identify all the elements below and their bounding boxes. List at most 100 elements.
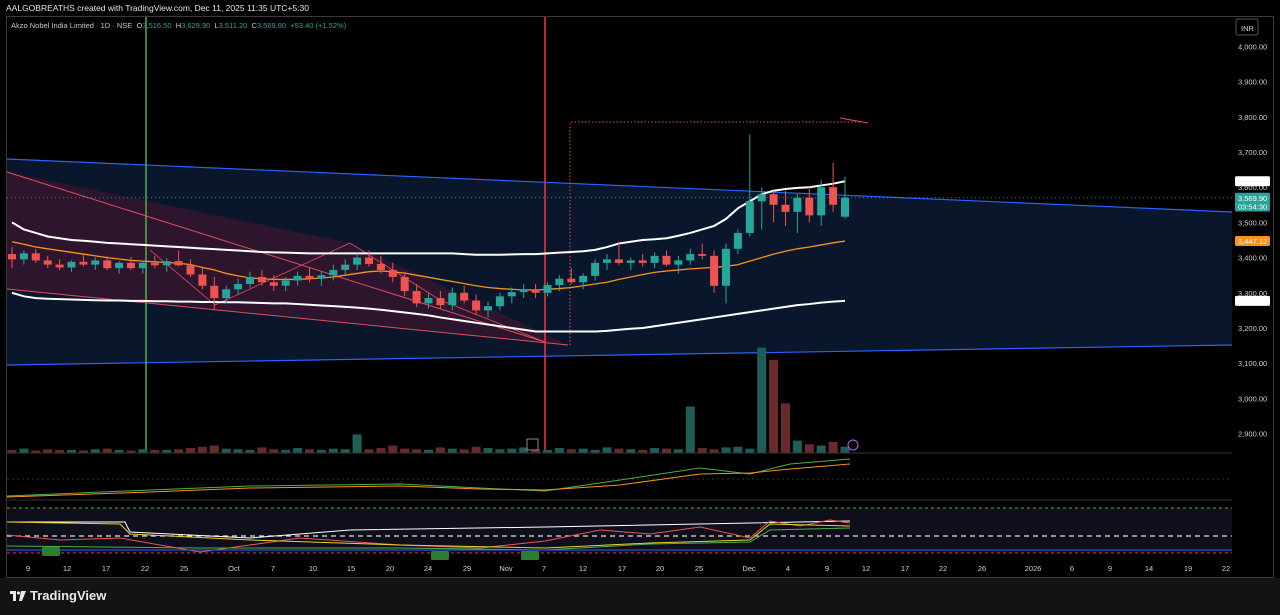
candle-body bbox=[579, 275, 588, 283]
candle-body bbox=[543, 285, 552, 293]
x-tick-label: 12 bbox=[862, 564, 870, 573]
volume-bar bbox=[733, 446, 743, 453]
x-tick-label: 17 bbox=[102, 564, 110, 573]
volume-bar bbox=[483, 448, 493, 453]
x-tick-label: 20 bbox=[386, 564, 394, 573]
volume-bar bbox=[554, 448, 564, 453]
volume-bar bbox=[757, 347, 767, 453]
candle-body bbox=[8, 254, 16, 260]
y-tick-label: 2,900.00 bbox=[1238, 430, 1267, 439]
candle-body bbox=[19, 253, 28, 260]
candle-body bbox=[293, 275, 302, 281]
candle-body bbox=[507, 292, 516, 297]
candle-body bbox=[841, 197, 849, 217]
volume-bar bbox=[614, 448, 624, 453]
symbol-legend: Akzo Nobel India Limited · 1D · NSE O3,5… bbox=[11, 21, 346, 30]
volume-bar bbox=[781, 403, 790, 453]
price-tag-label: 3,569.90 bbox=[1238, 194, 1267, 203]
candle-body bbox=[472, 300, 481, 311]
volume-bar bbox=[626, 449, 636, 453]
candle-body bbox=[400, 276, 409, 292]
high-value: 3,629.90 bbox=[181, 21, 211, 30]
candle-body bbox=[603, 259, 611, 263]
volume-bar bbox=[435, 447, 445, 453]
volume-bar bbox=[697, 448, 707, 453]
candle-body bbox=[817, 187, 826, 216]
volume-bar bbox=[685, 406, 695, 453]
volume-bar bbox=[19, 448, 29, 453]
candle-body bbox=[198, 274, 207, 286]
price-tag-label: 3,277.20 bbox=[1238, 297, 1267, 306]
price-chart[interactable]: 4,000.003,900.003,800.003,700.003,600.00… bbox=[0, 0, 1280, 615]
candle-body bbox=[650, 255, 659, 263]
candle-body bbox=[174, 261, 183, 266]
y-tick-label: 3,400.00 bbox=[1238, 254, 1267, 263]
y-tick-label: 3,800.00 bbox=[1238, 113, 1267, 122]
candle-body bbox=[67, 261, 76, 268]
x-tick-label: 22 bbox=[141, 564, 149, 573]
macd-line bbox=[6, 458, 851, 497]
candle-body bbox=[365, 257, 373, 264]
candle-body bbox=[626, 260, 635, 263]
price-tag-label: 3,617.04 bbox=[1238, 177, 1267, 186]
tradingview-brand[interactable]: TradingView bbox=[10, 588, 106, 603]
candle-body bbox=[662, 255, 671, 265]
volume-bar bbox=[673, 449, 683, 453]
open-value: 3,516.50 bbox=[142, 21, 172, 30]
x-tick-label: 15 bbox=[347, 564, 355, 573]
candle-body bbox=[234, 284, 243, 290]
volume-bar bbox=[269, 449, 279, 453]
volume-bar bbox=[102, 448, 112, 453]
volume-bar bbox=[305, 449, 314, 453]
x-tick-label: 9 bbox=[1108, 564, 1112, 573]
lightning-icon bbox=[847, 439, 859, 451]
x-tick-label: 25 bbox=[180, 564, 188, 573]
price-tag-label: 3,447.12 bbox=[1238, 237, 1267, 246]
candle-body bbox=[246, 276, 254, 284]
y-tick-label: 3,900.00 bbox=[1238, 78, 1267, 87]
volume-bar bbox=[221, 448, 231, 453]
footer: TradingView bbox=[0, 578, 1280, 615]
candle-body bbox=[745, 201, 754, 233]
candle-body bbox=[460, 292, 469, 301]
low-value: 3,511.20 bbox=[218, 21, 248, 30]
candle-body bbox=[412, 291, 421, 304]
volume-bar bbox=[471, 446, 481, 453]
volume-bar bbox=[352, 434, 362, 453]
signal-line bbox=[6, 463, 851, 498]
currency-label: INR bbox=[1241, 24, 1255, 33]
x-tick-label: 9 bbox=[26, 564, 30, 573]
volume-bar bbox=[209, 445, 219, 453]
y-tick-label: 3,700.00 bbox=[1238, 148, 1267, 157]
y-tick-label: 3,100.00 bbox=[1238, 359, 1267, 368]
bull-marker bbox=[42, 547, 60, 556]
volume-bar bbox=[507, 448, 517, 453]
candle-body bbox=[281, 280, 290, 286]
volume-bar bbox=[138, 449, 148, 453]
candle-body bbox=[341, 264, 350, 270]
volume-bar bbox=[721, 447, 731, 453]
volume-bar bbox=[578, 448, 588, 453]
candle-body bbox=[805, 197, 814, 216]
candle-body bbox=[495, 296, 504, 307]
x-tick-label: 6 bbox=[1070, 564, 1074, 573]
y-tick-label: 4,000.00 bbox=[1238, 42, 1267, 51]
volume-bar bbox=[828, 441, 838, 453]
candle-body bbox=[424, 298, 433, 304]
candle-body bbox=[591, 262, 600, 276]
candle-body bbox=[781, 204, 790, 212]
volume-bar bbox=[495, 449, 505, 453]
volume-bar bbox=[769, 360, 779, 453]
symbol-name: Akzo Nobel India Limited · 1D · NSE bbox=[11, 21, 133, 30]
candle-body bbox=[519, 289, 528, 293]
candle-body bbox=[531, 289, 540, 293]
volume-bar bbox=[340, 449, 350, 453]
volume-bar bbox=[43, 449, 53, 453]
candle-body bbox=[722, 248, 730, 286]
sub-panes bbox=[6, 452, 1232, 554]
volume-bar bbox=[816, 445, 826, 453]
price-axis: 4,000.003,900.003,800.003,700.003,600.00… bbox=[1235, 18, 1267, 439]
volume-bar bbox=[662, 448, 671, 453]
candle-body bbox=[305, 275, 314, 279]
x-tick-label: 12 bbox=[579, 564, 587, 573]
